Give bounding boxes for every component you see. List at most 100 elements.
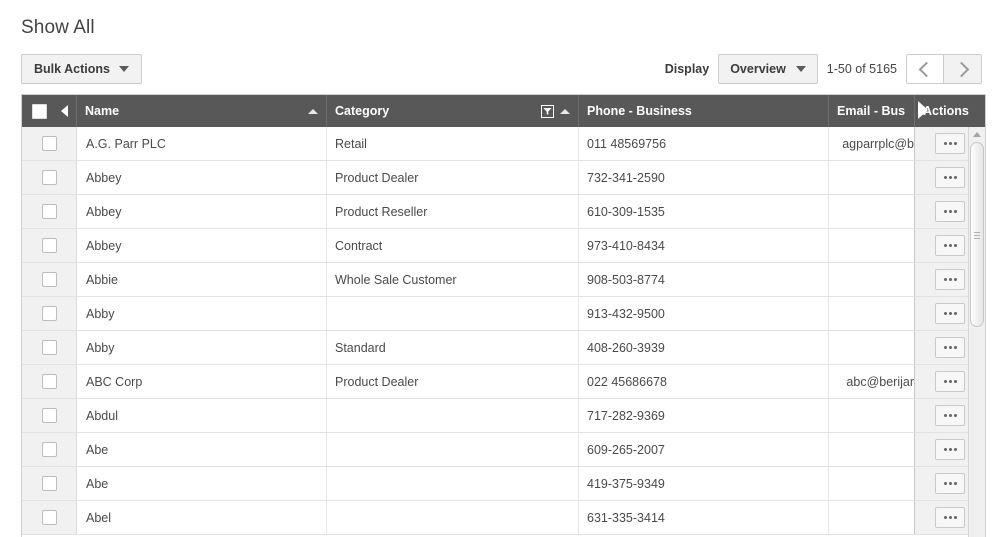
row-checkbox[interactable]: [41, 306, 57, 321]
column-header-email-business-label: Email - Bus: [837, 104, 906, 118]
cell-category: [327, 467, 579, 500]
row-checkbox[interactable]: [41, 136, 57, 151]
next-page-button[interactable]: [944, 55, 981, 83]
triangle-up-icon[interactable]: [560, 108, 570, 114]
cell-category: [327, 297, 579, 330]
row-actions-button[interactable]: [935, 507, 965, 528]
row-actions-button[interactable]: [935, 303, 965, 324]
cell-phone-business: 732-341-2590: [579, 161, 829, 194]
row-actions-button[interactable]: [935, 473, 965, 494]
cell-name: ABC Corp: [77, 365, 327, 398]
row-checkbox[interactable]: [41, 272, 57, 287]
row-select-cell[interactable]: [22, 433, 77, 466]
page-title: Show All: [21, 17, 95, 38]
cell-email-business: abc@berijar: [829, 365, 915, 398]
cell-name: A.G. Parr PLC: [77, 127, 327, 160]
vertical-scrollbar[interactable]: [968, 127, 985, 537]
scrollbar-thumb[interactable]: [970, 142, 984, 327]
row-checkbox[interactable]: [41, 408, 57, 423]
table-row[interactable]: Abbie Whole Sale Customer 908-503-8774: [22, 263, 985, 297]
column-header-category[interactable]: Category: [327, 95, 579, 127]
row-actions-button[interactable]: [935, 235, 965, 256]
bulk-actions-label: Bulk Actions: [34, 62, 110, 76]
display-view-select[interactable]: Overview: [718, 54, 818, 84]
table-row[interactable]: Abel 631-335-3414: [22, 501, 985, 535]
table-row[interactable]: Abbey Product Dealer 732-341-2590: [22, 161, 985, 195]
row-select-cell[interactable]: [22, 365, 77, 398]
table-row[interactable]: Abe 419-375-9349: [22, 467, 985, 501]
cell-phone-business: 973-410-8434: [579, 229, 829, 262]
cell-name: Abbie: [77, 263, 327, 296]
triangle-up-icon[interactable]: [308, 108, 318, 114]
record-range-label: 1-50 of 5165: [826, 62, 897, 76]
row-actions-button[interactable]: [935, 337, 965, 358]
cell-email-business: agparrplc@b: [829, 127, 915, 160]
row-select-cell[interactable]: [22, 127, 77, 160]
table-row[interactable]: ABC Corp Product Dealer 022 45686678 abc@be…: [22, 365, 985, 399]
row-checkbox[interactable]: [41, 374, 57, 389]
cell-email-business: [829, 467, 915, 500]
row-actions-button[interactable]: [935, 167, 965, 188]
column-header-phone-business[interactable]: Phone - Business: [579, 95, 829, 127]
row-select-cell[interactable]: [22, 399, 77, 432]
row-select-cell[interactable]: [22, 501, 77, 534]
row-select-cell[interactable]: [22, 161, 77, 194]
cell-email-business: [829, 161, 915, 194]
table-row[interactable]: Abdul 717-282-9369: [22, 399, 985, 433]
cell-phone-business: 419-375-9349: [579, 467, 829, 500]
previous-page-button[interactable]: [907, 55, 944, 83]
row-checkbox[interactable]: [41, 238, 57, 253]
row-select-cell[interactable]: [22, 467, 77, 500]
row-checkbox[interactable]: [41, 340, 57, 355]
display-label: Display: [664, 62, 710, 76]
select-all-checkbox[interactable]: [32, 103, 47, 119]
row-checkbox[interactable]: [41, 442, 57, 457]
chevron-right-icon[interactable]: [918, 101, 928, 119]
display-controls: Display Overview 1-50 of 5165: [665, 54, 982, 84]
row-actions-button[interactable]: [935, 201, 965, 222]
cell-phone-business: 408-260-3939: [579, 331, 829, 364]
cell-name: Abby: [77, 297, 327, 330]
column-header-actions-label: Actions: [923, 104, 969, 118]
cell-phone-business: 011 48569756: [579, 127, 829, 160]
table-row[interactable]: Abby Standard 408-260-3939: [22, 331, 985, 365]
cell-email-business: [829, 263, 915, 296]
row-select-cell[interactable]: [22, 331, 77, 364]
cell-email-business: [829, 433, 915, 466]
column-header-email-business[interactable]: Email - Bus: [829, 95, 915, 127]
row-actions-button[interactable]: [935, 371, 965, 392]
chevron-left-icon[interactable]: [61, 105, 68, 117]
row-actions-button[interactable]: [935, 405, 965, 426]
table-row[interactable]: A.G. Parr PLC Retail 011 48569756 agparrplc…: [22, 127, 985, 161]
table-row[interactable]: Abby 913-432-9500: [22, 297, 985, 331]
triangle-up-icon: [973, 131, 981, 137]
column-header-category-label: Category: [335, 104, 390, 118]
row-checkbox[interactable]: [41, 204, 57, 219]
cell-name: Abby: [77, 331, 327, 364]
row-actions-button[interactable]: [935, 269, 965, 290]
cell-email-business: [829, 297, 915, 330]
row-checkbox[interactable]: [41, 510, 57, 525]
cell-email-business: [829, 229, 915, 262]
row-checkbox[interactable]: [41, 476, 57, 491]
header-select-all-cell[interactable]: [22, 95, 77, 127]
row-actions-button[interactable]: [935, 133, 965, 154]
row-select-cell[interactable]: [22, 263, 77, 296]
cell-email-business: [829, 501, 915, 534]
row-actions-button[interactable]: [935, 439, 965, 460]
chevron-down-icon: [795, 66, 806, 72]
row-select-cell[interactable]: [22, 297, 77, 330]
cell-name: Abe: [77, 433, 327, 466]
row-checkbox[interactable]: [41, 170, 57, 185]
table-row[interactable]: Abe 609-265-2007: [22, 433, 985, 467]
cell-name: Abbey: [77, 195, 327, 228]
row-select-cell[interactable]: [22, 229, 77, 262]
chevron-down-icon: [118, 66, 129, 72]
funnel-icon[interactable]: [541, 104, 554, 118]
row-select-cell[interactable]: [22, 195, 77, 228]
bulk-actions-button[interactable]: Bulk Actions: [21, 54, 142, 84]
scroll-up-button[interactable]: [969, 127, 985, 141]
table-row[interactable]: Abbey Contract 973-410-8434: [22, 229, 985, 263]
column-header-name[interactable]: Name: [77, 95, 327, 127]
table-row[interactable]: Abbey Product Reseller 610-309-1535: [22, 195, 985, 229]
